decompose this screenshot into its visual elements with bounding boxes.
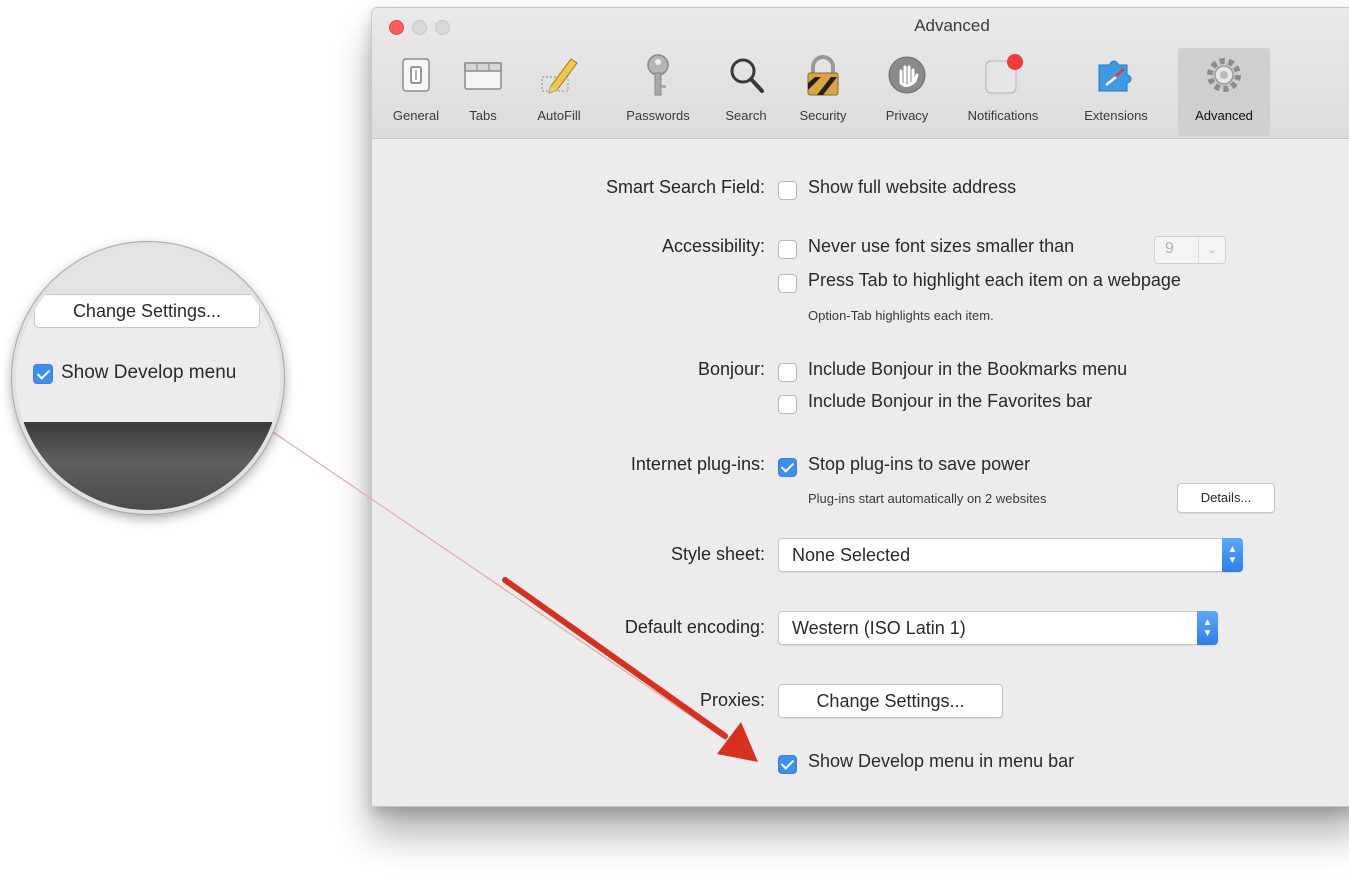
- show-develop-menu-checkbox[interactable]: [778, 755, 797, 774]
- general-switch-icon: [402, 58, 430, 92]
- bonjour-bookmarks-checkbox[interactable]: [778, 363, 797, 382]
- font-size-select[interactable]: 9 ⌄: [1154, 236, 1226, 264]
- tabs-icon: [464, 62, 502, 90]
- tab-passwords[interactable]: Passwords: [609, 48, 707, 136]
- tab-advanced-label: Advanced: [1195, 108, 1253, 123]
- stepper-arrows-icon: ▲ ▼: [1222, 538, 1243, 572]
- tab-notifications[interactable]: Notifications: [948, 48, 1058, 136]
- tab-search-label: Search: [725, 108, 767, 123]
- encoding-label: Default encoding:: [624, 617, 765, 637]
- puzzle-compass-icon: [1098, 60, 1132, 92]
- magnified-develop-text: Show Develop menu: [61, 362, 237, 383]
- tab-passwords-label: Passwords: [626, 108, 690, 123]
- tab-autofill[interactable]: AutoFill: [523, 48, 595, 136]
- bonjour-label: Bonjour:: [697, 359, 765, 379]
- magnified-window-shadow: [16, 422, 280, 510]
- show-develop-menu-text: Show Develop menu in menu bar: [808, 751, 1075, 771]
- smart-search-label: Smart Search Field:: [605, 177, 765, 197]
- tab-advanced[interactable]: Advanced: [1178, 48, 1270, 136]
- magnified-change-settings-button: Change Settings...: [34, 294, 260, 328]
- tab-highlight-text: Press Tab to highlight each item on a we…: [808, 270, 1181, 290]
- tab-highlight-note: Option-Tab highlights each item.: [808, 308, 994, 323]
- tab-extensions-label: Extensions: [1084, 108, 1148, 123]
- tab-tabs[interactable]: Tabs: [455, 48, 511, 136]
- stepper-arrows-icon: ▲ ▼: [1197, 611, 1218, 645]
- stop-plugins-text: Stop plug-ins to save power: [808, 454, 1031, 474]
- padlock-icon: [807, 55, 839, 96]
- encoding-value: Western (ISO Latin 1): [792, 618, 966, 638]
- tab-privacy[interactable]: Privacy: [872, 48, 942, 136]
- change-settings-button[interactable]: Change Settings...: [778, 684, 1003, 718]
- bonjour-bookmarks-text: Include Bonjour in the Bookmarks menu: [808, 359, 1128, 379]
- tab-search[interactable]: Search: [712, 48, 780, 136]
- tab-extensions[interactable]: Extensions: [1067, 48, 1165, 136]
- notification-badge-icon: [985, 54, 1023, 94]
- min-font-size-text: Never use font sizes smaller than: [808, 236, 1075, 256]
- proxies-label: Proxies:: [699, 690, 765, 710]
- tab-tabs-label: Tabs: [469, 108, 497, 123]
- bonjour-favorites-text: Include Bonjour in the Favorites bar: [808, 391, 1093, 411]
- style-sheet-select[interactable]: None Selected ▲ ▼: [778, 538, 1243, 572]
- chevron-down-icon: ⌄: [1198, 237, 1225, 263]
- font-size-value: 9: [1165, 240, 1174, 257]
- magnified-develop-checkbox: [33, 364, 53, 384]
- titlebar: Advanced General Tabs AutoFill Passwords…: [372, 8, 1349, 139]
- hand-icon: [888, 56, 926, 94]
- advanced-settings-panel: Smart Search Field: Show full website ad…: [372, 139, 1349, 806]
- encoding-select[interactable]: Western (ISO Latin 1) ▲ ▼: [778, 611, 1218, 645]
- magnifying-glass-icon: [730, 58, 764, 93]
- show-full-address-checkbox[interactable]: [778, 181, 797, 200]
- bonjour-favorites-checkbox[interactable]: [778, 395, 797, 414]
- window-title: Advanced: [914, 16, 990, 35]
- show-full-address-text: Show full website address: [808, 177, 1017, 197]
- magnifier-top-strip: [16, 246, 280, 295]
- min-font-size-checkbox[interactable]: [778, 240, 797, 259]
- style-sheet-label: Style sheet:: [670, 544, 765, 564]
- tab-privacy-label: Privacy: [885, 108, 929, 123]
- plugins-label: Internet plug-ins:: [630, 454, 765, 474]
- tab-autofill-label: AutoFill: [537, 108, 581, 123]
- tab-general-label: General: [392, 108, 440, 123]
- style-sheet-value: None Selected: [792, 545, 911, 565]
- key-icon: [647, 54, 669, 96]
- stop-plugins-checkbox[interactable]: [778, 458, 797, 477]
- tab-general[interactable]: General: [381, 48, 451, 136]
- plugins-note: Plug-ins start automatically on 2 websit…: [808, 491, 1047, 506]
- safari-preferences-window: Advanced General Tabs AutoFill Passwords…: [371, 7, 1349, 807]
- zoom-magnifier: Change Settings... Show Develop menu: [12, 242, 284, 514]
- tab-security[interactable]: Security: [784, 48, 862, 136]
- tab-notifications-label: Notifications: [967, 108, 1039, 123]
- details-button[interactable]: Details...: [1177, 483, 1275, 513]
- accessibility-label: Accessibility:: [661, 236, 765, 256]
- tab-security-label: Security: [799, 108, 847, 123]
- tab-highlight-checkbox[interactable]: [778, 274, 797, 293]
- autofill-pencil-icon: [541, 58, 578, 94]
- gears-icon: [1207, 58, 1241, 92]
